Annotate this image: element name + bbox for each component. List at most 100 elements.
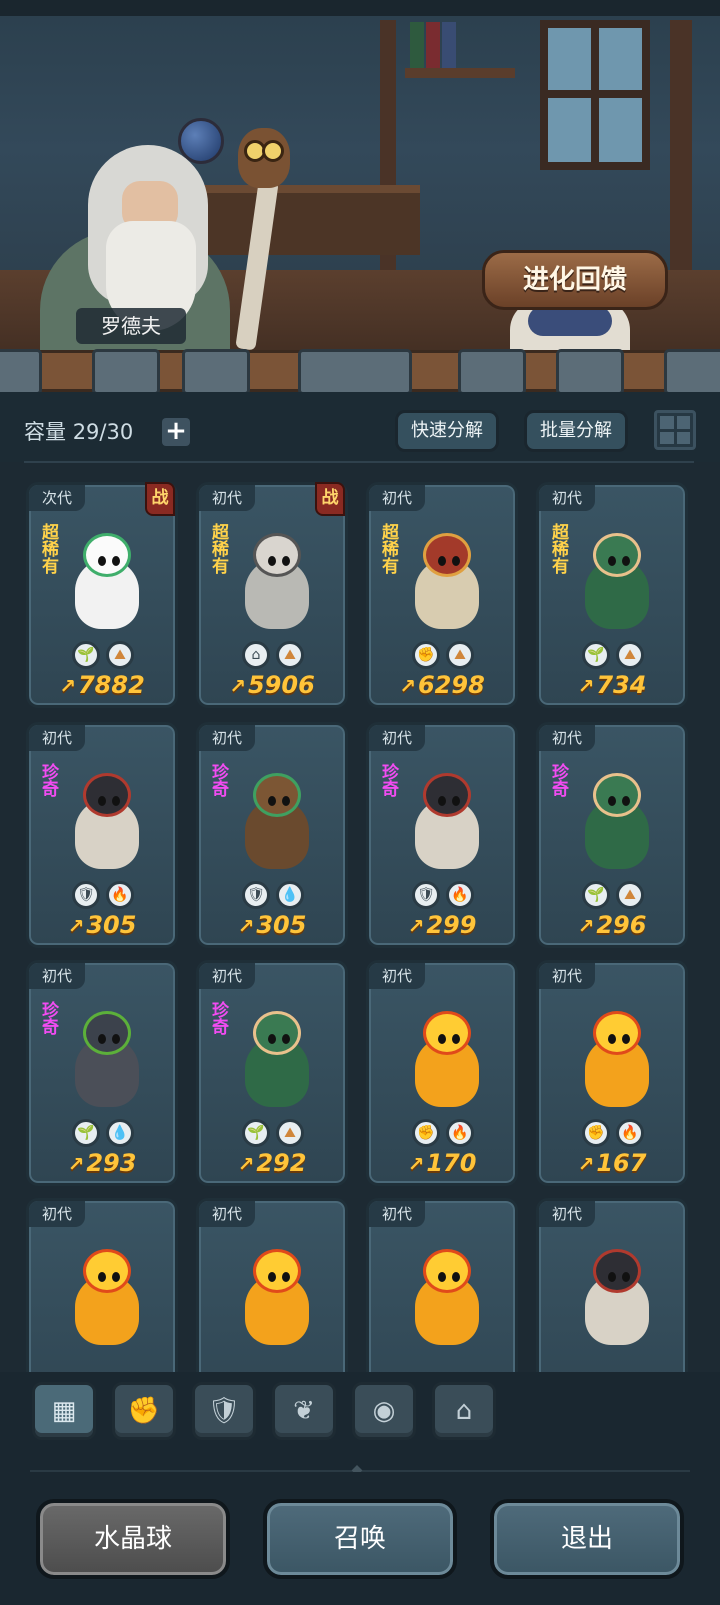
leaf-icon: 🌱 <box>72 641 100 669</box>
exit-button[interactable]: 退出 <box>490 1499 684 1579</box>
fire-icon: 🔥 <box>106 881 134 909</box>
house-icon: ⌂ <box>242 641 270 669</box>
monster-card[interactable]: 初代战超稀有 ⌂ ⛰ ↗5906 <box>196 482 348 708</box>
power-value: ↗170 <box>369 1149 515 1177</box>
monster-card[interactable]: 初代 <box>536 1198 688 1372</box>
battle-badge: 战 <box>315 482 345 516</box>
power-number: 7882 <box>77 671 145 699</box>
capacity-value: 29/30 <box>72 420 134 444</box>
monster-card[interactable]: 初代 珍奇 🌱 ⛰ ↗292 <box>196 960 348 1186</box>
earth-icon: ⛰ <box>276 641 304 669</box>
fire-spirit-illustration <box>235 1245 319 1357</box>
rarity-label: 超稀有 <box>38 523 58 574</box>
monster-card[interactable]: 初代 <box>196 1198 348 1372</box>
shelf-illustration <box>405 68 515 78</box>
power-value: ↗7882 <box>29 671 175 699</box>
woolly-boar-illustration <box>405 769 489 881</box>
rarity-label: 超稀有 <box>378 523 398 574</box>
window-illustration <box>540 20 650 170</box>
monster-card[interactable]: 初代 <box>26 1198 178 1372</box>
monster-card[interactable]: 初代 超稀有 🌱 ⛰ ↗734 <box>536 482 688 708</box>
fist-icon: ✊ <box>582 1119 610 1147</box>
water-icon: 💧 <box>106 1119 134 1147</box>
power-value: ↗5906 <box>199 671 345 699</box>
alien-icon: ◉ <box>372 1396 396 1426</box>
water-icon: 💧 <box>276 881 304 909</box>
power-value: ↗305 <box>199 911 345 939</box>
filter-shield-button[interactable]: 🛡 <box>192 1382 256 1440</box>
power-number: 170 <box>426 1149 477 1177</box>
power-icon: ↗ <box>577 1152 595 1176</box>
filter-alien-button[interactable]: ◉ <box>352 1382 416 1440</box>
tree-sprite-illustration <box>235 769 319 881</box>
monster-card[interactable]: 初代 珍奇 🌱 💧 ↗293 <box>26 960 178 1186</box>
filter-leaf-button[interactable]: ❦ <box>272 1382 336 1440</box>
batch-decompose-button[interactable]: 批量分解 <box>524 410 628 452</box>
power-number: 296 <box>596 911 647 939</box>
monster-card[interactable]: 次代战超稀有 🌱 ⛰ ↗7882 <box>26 482 178 708</box>
grid-icon <box>660 416 674 429</box>
evolution-reward-button[interactable]: 进化回馈 <box>482 250 668 310</box>
filter-fist-button[interactable]: ✊ <box>112 1382 176 1440</box>
power-icon: ↗ <box>577 914 595 938</box>
crystal-ball-button[interactable]: 水晶球 <box>36 1499 230 1579</box>
grid-view-toggle[interactable] <box>654 410 696 450</box>
monster-card[interactable]: 初代 超稀有 ✊ ⛰ ↗6298 <box>366 482 518 708</box>
generation-badge: 初代 <box>199 1201 255 1227</box>
shield-icon: 🛡 <box>72 881 100 909</box>
power-number: 5906 <box>247 671 315 699</box>
monster-card[interactable]: 初代 ✊ 🔥 ↗170 <box>366 960 518 1186</box>
battle-badge: 战 <box>145 482 175 516</box>
power-number: 305 <box>86 911 137 939</box>
monster-card[interactable]: 初代 <box>366 1198 518 1372</box>
owl-illustration <box>238 128 290 188</box>
earth-icon: ⛰ <box>276 1119 304 1147</box>
white-dragon-illustration <box>65 529 149 641</box>
power-number: 6298 <box>417 671 485 699</box>
filter-all-button[interactable]: ▦ <box>32 1382 96 1440</box>
monster-card[interactable]: 初代 珍奇 🛡 🔥 ↗305 <box>26 722 178 948</box>
npc-name-label: 罗德夫 <box>76 308 186 344</box>
generation-badge: 初代 <box>29 963 85 989</box>
monster-card[interactable]: 初代 ✊ 🔥 ↗167 <box>536 960 688 1186</box>
generation-badge: 初代 <box>29 725 85 751</box>
expand-capacity-button[interactable]: + <box>162 418 190 446</box>
power-icon: ↗ <box>67 914 85 938</box>
power-number: 734 <box>596 671 647 699</box>
leaf-icon: 🌱 <box>582 641 610 669</box>
power-value: ↗305 <box>29 911 175 939</box>
capacity-label: 容量 <box>24 420 66 444</box>
fist-icon: ✊ <box>127 1396 161 1426</box>
power-icon: ↗ <box>407 914 425 938</box>
summon-button[interactable]: 召唤 <box>263 1499 457 1579</box>
divider <box>24 461 694 463</box>
book-illustration <box>426 22 440 68</box>
generation-badge: 初代 <box>539 963 595 989</box>
fire-icon: 🔥 <box>446 881 474 909</box>
generation-badge: 初代 <box>539 725 595 751</box>
filter-house-button[interactable]: ⌂ <box>432 1382 496 1440</box>
moss-golem-illustration <box>575 529 659 641</box>
power-value: ↗293 <box>29 1149 175 1177</box>
monster-card[interactable]: 初代 珍奇 🛡 💧 ↗305 <box>196 722 348 948</box>
quick-decompose-button[interactable]: 快速分解 <box>395 410 499 452</box>
generation-badge: 初代 <box>199 963 255 989</box>
shield-icon: 🛡 <box>242 881 270 909</box>
monster-card-grid: 次代战超稀有 🌱 ⛰ ↗7882 初代战超稀有 ⌂ ⛰ ↗5906 初代 超稀有 ✊ ⛰ ↗6298 初代… <box>0 482 720 1372</box>
armored-beast-illustration <box>235 529 319 641</box>
power-value: ↗299 <box>369 911 515 939</box>
monster-card[interactable]: 初代 珍奇 🌱 ⛰ ↗296 <box>536 722 688 948</box>
power-number: 293 <box>86 1149 137 1177</box>
dark-imp-illustration <box>65 1007 149 1119</box>
power-number: 305 <box>256 911 307 939</box>
generation-badge: 初代 <box>369 1201 425 1227</box>
power-icon: ↗ <box>229 674 246 698</box>
shield-icon: 🛡 <box>207 1396 241 1426</box>
moss-golem-illustration <box>575 769 659 881</box>
status-bar <box>0 0 720 16</box>
leaf-icon: 🌱 <box>72 1119 100 1147</box>
fist-icon: ✊ <box>412 641 440 669</box>
generation-badge: 初代 <box>199 485 255 511</box>
fire-spirit-illustration <box>405 1245 489 1357</box>
monster-card[interactable]: 初代 珍奇 🛡 🔥 ↗299 <box>366 722 518 948</box>
